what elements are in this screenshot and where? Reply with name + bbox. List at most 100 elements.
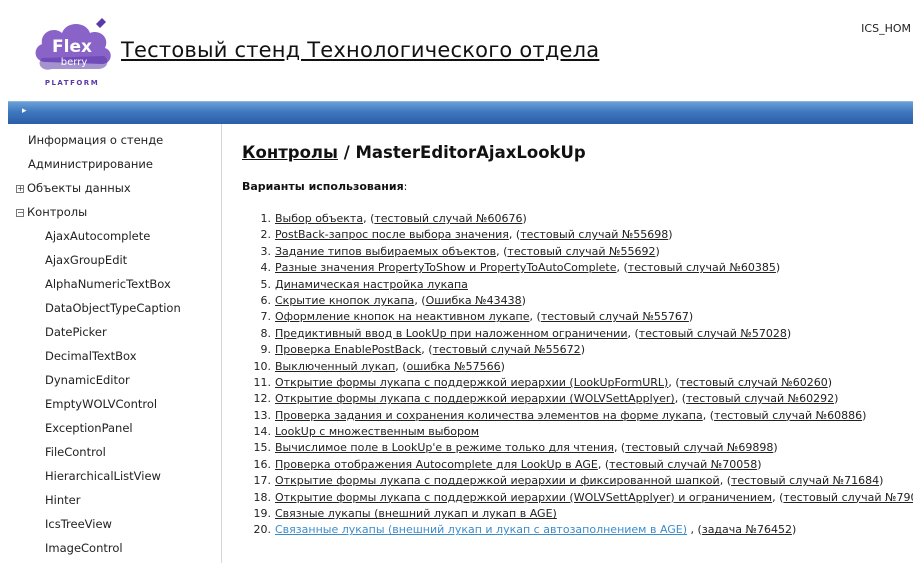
page-title: Контролы / MasterEditorAjaxLookUp — [242, 143, 586, 162]
sidebar-item-info[interactable]: Информация о стенде — [28, 133, 163, 147]
usage-link[interactable]: Открытие формы лукапа с поддержкой иерар… — [275, 376, 668, 389]
sidebar-item-data-objects[interactable]: + Объекты данных — [16, 181, 131, 195]
site-title[interactable]: Тестовый стенд Технологического отдела — [121, 38, 599, 62]
sidebar-subitem[interactable]: ImageControl — [45, 541, 123, 555]
usage-link[interactable]: Разные значения PropertyToShow и Propert… — [275, 261, 617, 274]
breadcrumb-link-controls[interactable]: Контролы — [242, 143, 338, 162]
sidebar-item-label: Администрирование — [28, 157, 153, 171]
test-case-link[interactable]: Ошибка №43438 — [426, 294, 522, 307]
test-case-link[interactable]: тестовый случай №55698 — [520, 228, 668, 241]
ref-close-paren: ) — [879, 474, 884, 488]
test-case-link[interactable]: тестовый случай №79024 — [783, 491, 913, 504]
ref-close-paren: ) — [786, 326, 792, 340]
sidebar-item-admin[interactable]: Администрирование — [28, 157, 153, 171]
list-item-number: 2. — [260, 228, 272, 242]
ref-open-paren: , ( — [627, 326, 639, 340]
usage-link[interactable]: Оформление кнопок на неактивном лукапе — [275, 310, 530, 323]
ref-open-paren: , ( — [613, 441, 626, 455]
list-item: 18. Открытие формы лукапа с поддержкой ие… — [242, 490, 913, 506]
sidebar-subitem[interactable]: AjaxGroupEdit — [45, 253, 127, 267]
usage-link[interactable]: Выключенный лукап — [275, 360, 395, 373]
usage-link[interactable]: Проверка EnablePostBack — [275, 343, 421, 356]
usage-link[interactable]: Проверка задания и сохранения количества… — [275, 409, 703, 422]
sidebar-subitem[interactable]: DecimalTextBox — [45, 349, 137, 363]
usage-link[interactable]: Открытие формы лукапа с поддержкой иерар… — [275, 491, 772, 504]
triangle-right-icon[interactable]: ▸ — [22, 106, 27, 116]
usage-link[interactable]: Связанные лукапы (внешний лукап и лукап … — [275, 523, 687, 536]
sidebar-subitem[interactable]: DatePicker — [45, 325, 107, 339]
test-case-link[interactable]: тестовый случай №69898 — [625, 441, 773, 454]
list-item-number: 5. — [260, 277, 272, 291]
usage-link[interactable]: Вычислимое поле в LookUp'е в режиме толь… — [275, 441, 614, 454]
list-item: 4. Разные значения PropertyToShow и Prope… — [242, 260, 913, 276]
ref-close-paren: ) — [773, 441, 778, 455]
ref-open-paren: , ( — [616, 261, 628, 275]
list-item: 2. PostBack-запрос после выбора значения,… — [242, 227, 913, 243]
sidebar-item-controls[interactable]: − Контролы — [16, 205, 87, 219]
sidebar-subitem[interactable]: AjaxAutocomplete — [45, 229, 150, 243]
test-case-link[interactable]: тестовый случай №55767 — [541, 310, 689, 323]
usage-link[interactable]: Скрытие кнопок лукапа — [275, 294, 414, 307]
test-case-link[interactable]: тестовый случай №60385 — [628, 261, 776, 274]
list-item-number: 9. — [260, 343, 272, 357]
sidebar-subitem[interactable]: IcsTreeView — [45, 517, 112, 531]
list-item: 8. Предиктивный ввод в LookUp при наложен… — [242, 326, 913, 342]
test-case-link[interactable]: ошибка №57566 — [407, 360, 501, 373]
sidebar-subitem[interactable]: FileControl — [45, 445, 106, 459]
test-case-link[interactable]: тестовый случай №70058 — [609, 458, 757, 471]
list-item: 9. Проверка EnablePostBack, (тестовый слу… — [242, 342, 913, 358]
ref-open-paren: , ( — [363, 212, 375, 225]
test-case-link[interactable]: тестовый случай №55672 — [433, 343, 581, 356]
usage-link[interactable]: PostBack-запрос после выбора значения — [275, 228, 509, 241]
main-content: Контролы / MasterEditorAjaxLookUp Вариан… — [242, 124, 913, 563]
test-case-link[interactable]: тестовый случай №71684 — [731, 474, 879, 487]
list-item-number: 7. — [260, 310, 272, 324]
ref-close-paren: ) — [580, 343, 585, 357]
ref-open-paren: , ( — [529, 310, 541, 324]
sidebar-subitem[interactable]: EmptyWOLVControl — [45, 397, 157, 411]
list-item-number: 17. — [253, 474, 272, 488]
sidebar-subitem[interactable]: DataObjectTypeCaption — [45, 301, 181, 315]
test-case-link[interactable]: тестовый случай №55692 — [507, 245, 655, 258]
sidebar-subitem[interactable]: ExceptionPanel — [45, 421, 133, 435]
expand-plus-icon[interactable]: + — [16, 185, 24, 193]
test-case-link[interactable]: задача №76452 — [702, 523, 792, 536]
ref-open-paren: , ( — [395, 359, 407, 373]
usage-label: Варианты использования: — [242, 180, 407, 193]
test-case-link[interactable]: тестовый случай №60260 — [680, 376, 828, 389]
usage-link[interactable]: Динамическая настройка лукапа — [275, 278, 468, 291]
page-header: Flex berry PLATFORM Тестовый стенд Техно… — [0, 0, 913, 100]
test-case-link[interactable]: тестовый случай №57028 — [639, 327, 787, 340]
user-name: ICS_HOM — [861, 22, 911, 35]
sidebar-subitem[interactable]: DynamicEditor — [45, 373, 130, 387]
test-case-link[interactable]: тестовый случай №60292 — [686, 392, 834, 405]
usage-link[interactable]: Проверка отображения Autocomplete для Lo… — [275, 458, 598, 471]
usage-link[interactable]: Задание типов выбираемых объектов — [275, 245, 496, 258]
sidebar: Информация о стенде Администрирование + О… — [0, 124, 222, 563]
ref-open-paren: , ( — [597, 457, 610, 471]
sidebar-subitem[interactable]: Hinter — [45, 493, 80, 507]
ref-close-paren: ) — [521, 293, 526, 307]
list-item-number: 18. — [253, 490, 272, 504]
test-case-link[interactable]: тестовый случай №60886 — [714, 409, 862, 422]
test-case-link[interactable]: тестовый случай №60676 — [374, 212, 522, 225]
usage-link[interactable]: Связные лукапы (внешний лукап и лукап в … — [275, 507, 557, 520]
usage-link[interactable]: Открытие формы лукапа с поддержкой иерар… — [275, 474, 720, 487]
list-item-number: 14. — [253, 425, 272, 439]
ref-close-paren: ) — [688, 310, 694, 324]
usage-link[interactable]: Открытие формы лукапа с поддержкой иерар… — [275, 392, 675, 405]
ref-open-paren: , ( — [421, 343, 433, 357]
ref-close-paren: ) — [862, 408, 867, 422]
usage-link[interactable]: Выбор объекта — [275, 212, 363, 225]
list-item-number: 12. — [253, 392, 272, 406]
sidebar-subitem[interactable]: HierarchicalListView — [45, 469, 161, 483]
usage-link[interactable]: Предиктивный ввод в LookUp при наложенно… — [275, 327, 627, 340]
list-item-number: 3. — [260, 244, 272, 258]
ref-close-paren: ) — [775, 261, 781, 275]
usage-link[interactable]: LookUp с множественным выбором — [275, 425, 479, 438]
collapse-minus-icon[interactable]: − — [16, 209, 24, 217]
flexberry-logo[interactable]: Flex berry PLATFORM — [28, 14, 118, 94]
list-item: 7. Оформление кнопок на неактивном лукапе… — [242, 309, 913, 325]
ref-open-paren: , ( — [719, 474, 731, 488]
sidebar-subitem[interactable]: AlphaNumericTextBox — [45, 277, 171, 291]
